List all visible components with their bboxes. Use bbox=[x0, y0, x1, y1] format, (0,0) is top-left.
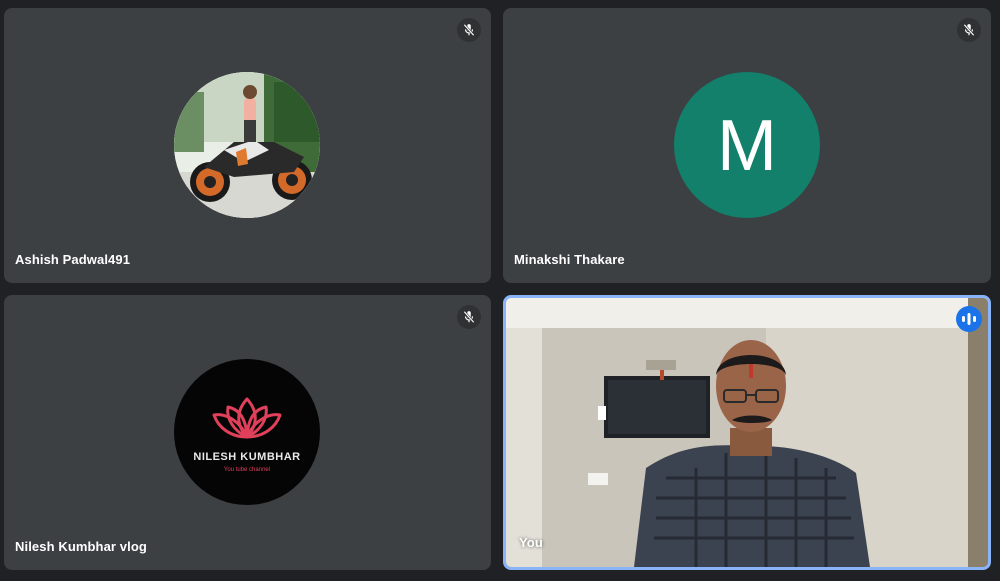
participant-tile[interactable]: M Minakshi Thakare bbox=[503, 8, 991, 283]
participant-name: Ashish Padwal491 bbox=[15, 252, 131, 267]
participant-tile[interactable]: NILESH KUMBHAR You tube channel Nilesh K… bbox=[4, 295, 491, 570]
participant-name: You bbox=[519, 535, 543, 550]
avatar-letter: M bbox=[717, 106, 777, 186]
channel-logo: NILESH KUMBHAR You tube channel bbox=[174, 359, 320, 505]
mic-off-icon bbox=[457, 18, 481, 42]
mic-off-icon bbox=[457, 305, 481, 329]
self-video-feed bbox=[506, 298, 988, 567]
participant-grid: Ashish Padwal491 M Minakshi Thakare NILE… bbox=[0, 0, 1000, 581]
mic-off-icon bbox=[957, 18, 981, 42]
participant-tile-self[interactable]: You bbox=[503, 295, 991, 570]
avatar: M bbox=[674, 72, 820, 218]
participant-name: Minakshi Thakare bbox=[514, 252, 625, 267]
logo-title: NILESH KUMBHAR bbox=[193, 451, 301, 463]
participant-name: Nilesh Kumbhar vlog bbox=[15, 539, 147, 554]
participant-tile[interactable]: Ashish Padwal491 bbox=[4, 8, 491, 283]
person-on-motorcycle-photo bbox=[174, 72, 320, 218]
logo-subtitle: You tube channel bbox=[223, 467, 271, 473]
lotus-icon bbox=[212, 397, 282, 439]
audio-level-icon bbox=[956, 306, 982, 332]
